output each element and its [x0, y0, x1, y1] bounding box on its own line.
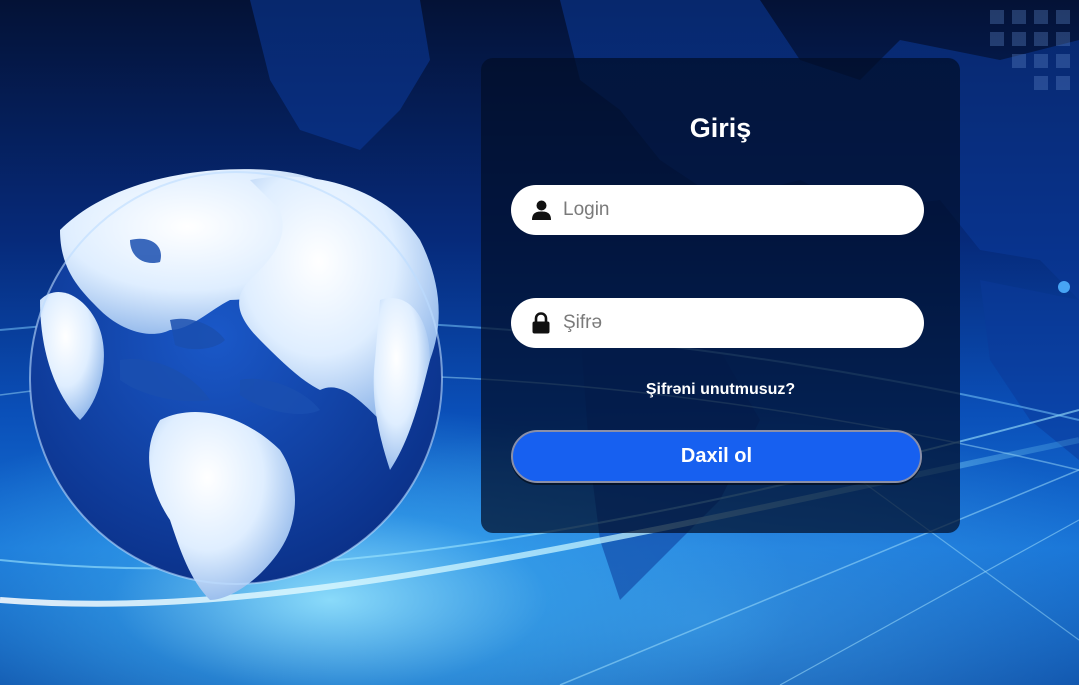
login-page: Giriş Şifrəni unutmusuz? Daxil ol: [0, 0, 1079, 685]
login-field[interactable]: [511, 185, 924, 235]
login-input[interactable]: [561, 189, 905, 231]
page-title: Giriş: [689, 113, 752, 143]
user-icon: [531, 199, 551, 221]
submit-button[interactable]: Daxil ol: [511, 430, 922, 483]
password-field[interactable]: [511, 298, 924, 348]
forgot-password-link[interactable]: Şifrəni unutmusuz?: [481, 381, 960, 399]
password-input[interactable]: [561, 302, 905, 344]
lock-icon: [531, 312, 551, 334]
